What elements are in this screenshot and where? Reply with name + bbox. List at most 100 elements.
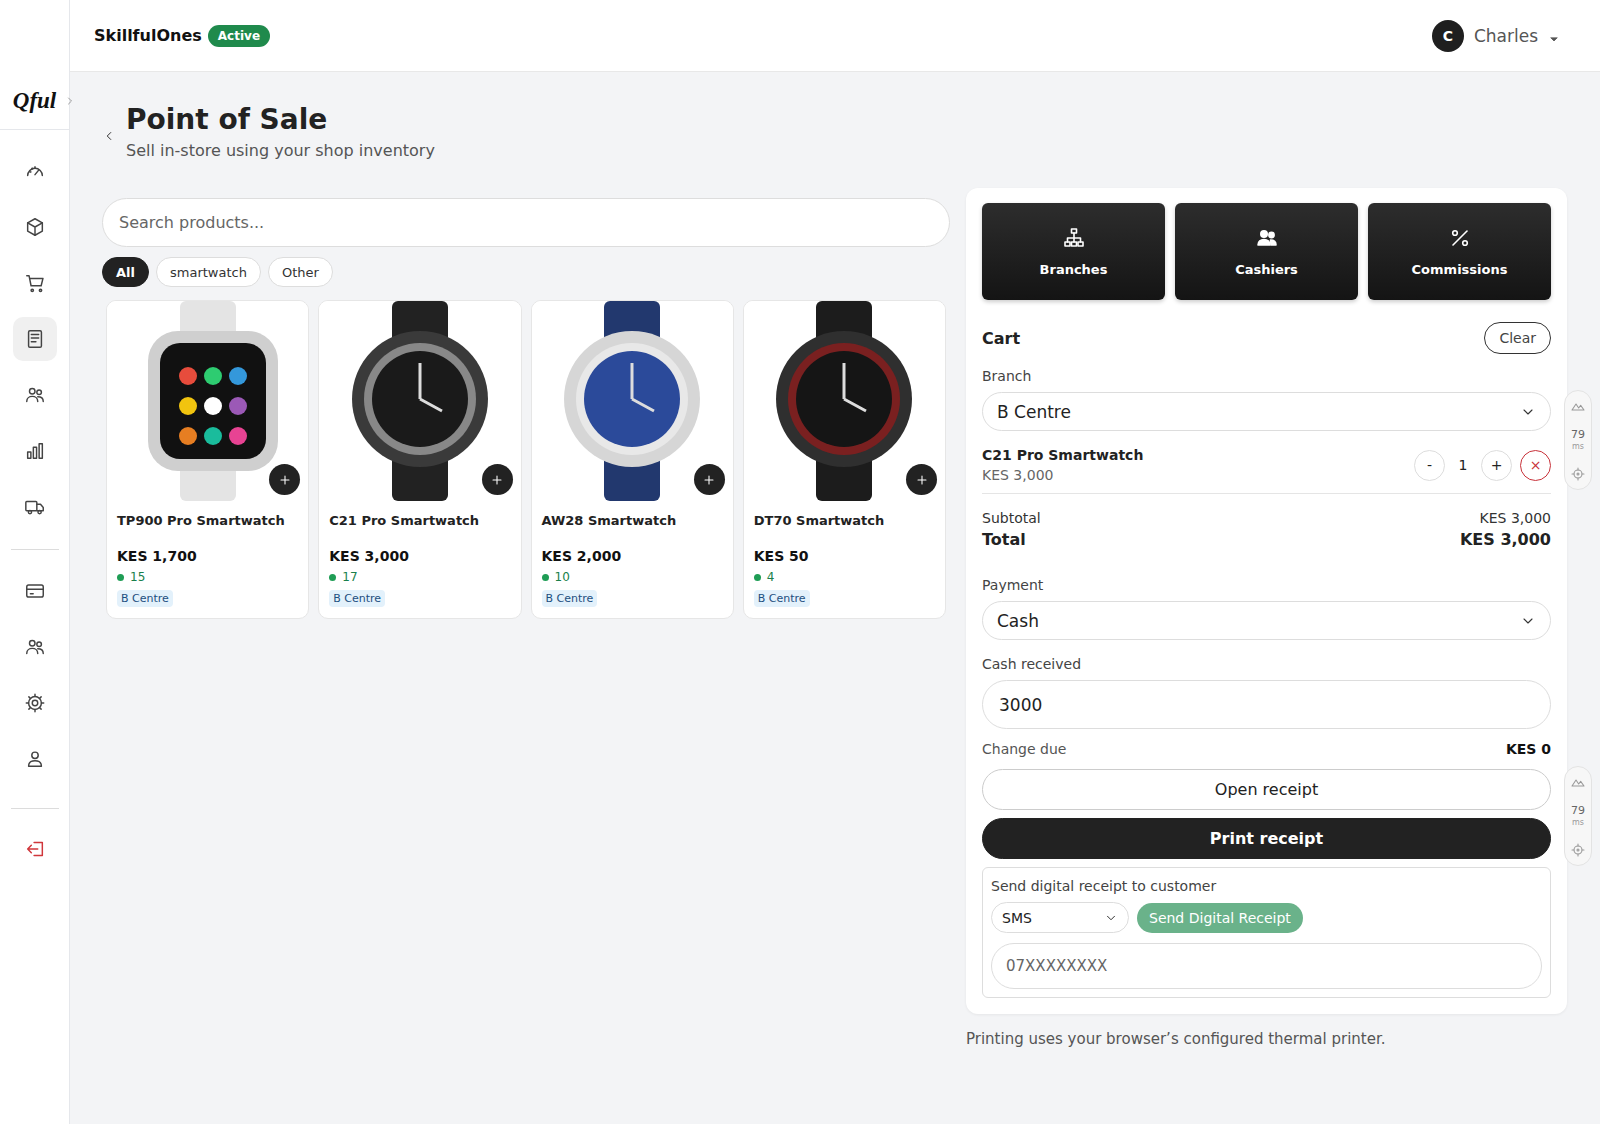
decrease-button[interactable]: - — [1414, 450, 1445, 481]
quantity: 1 — [1453, 457, 1473, 473]
sidebar-separator — [11, 808, 59, 809]
plus-icon — [277, 472, 293, 488]
sidebar-item[interactable] — [13, 205, 57, 249]
branch-value: B Centre — [997, 402, 1071, 422]
item-price: KES 3,000 — [982, 467, 1143, 483]
sidebar-item[interactable] — [13, 737, 57, 781]
cart-item: C21 Pro Smartwatch KES 3,000 -1 + × — [982, 447, 1551, 494]
branch-tag: B Centre — [754, 590, 810, 607]
page-title: Point of Sale — [126, 102, 435, 137]
back-chevron-icon[interactable] — [102, 128, 116, 142]
product-name: DT70 Smartwatch — [754, 513, 935, 528]
truck-icon — [24, 496, 46, 518]
product-card[interactable]: C21 Pro Smartwatch KES 3,000 17 B Centre — [318, 300, 521, 619]
product-name: TP900 Pro Smartwatch — [117, 513, 298, 528]
sidebar-item[interactable] — [13, 149, 57, 193]
person-icon — [24, 748, 46, 770]
latency-unit: ms — [1571, 818, 1585, 827]
payment-method: Cash — [997, 611, 1039, 631]
mountain-icon — [1570, 774, 1586, 790]
stock-dot — [542, 574, 549, 581]
add-to-cart-button[interactable] — [694, 464, 725, 495]
product-price: KES 3,000 — [329, 548, 510, 564]
dashboard-gauge-icon — [24, 160, 46, 182]
phone-input[interactable] — [991, 943, 1542, 989]
increase-button[interactable]: + — [1481, 450, 1512, 481]
expand-chevron-icon — [64, 92, 76, 104]
item-name: C21 Pro Smartwatch — [982, 447, 1143, 463]
sidebar-item[interactable] — [13, 827, 57, 871]
clear-button[interactable]: Clear — [1484, 322, 1551, 354]
channel-select[interactable]: SMS — [991, 902, 1129, 933]
stock-count: 17 — [342, 570, 357, 584]
user-avatar[interactable]: C — [1432, 20, 1464, 52]
tool-button[interactable]: Commissions — [1368, 203, 1551, 300]
product-name: AW28 Smartwatch — [542, 513, 723, 528]
payment-select[interactable]: Cash — [982, 601, 1551, 640]
product-price: KES 2,000 — [542, 548, 723, 564]
tool-button[interactable]: Cashiers — [1175, 203, 1358, 300]
add-to-cart-button[interactable] — [269, 464, 300, 495]
logout-icon — [24, 838, 46, 860]
cash-input[interactable] — [982, 680, 1551, 729]
caret-down-icon — [1548, 30, 1560, 42]
product-card[interactable]: AW28 SmartwatchKES 2,00010B Centre — [531, 300, 734, 619]
send-digital-receipt-button[interactable]: Send Digital Receipt — [1137, 903, 1303, 933]
top-bar: SkillfulOnesActiveCCharles — [70, 0, 1600, 72]
print-receipt-button[interactable]: Print receipt — [982, 818, 1551, 859]
plus-icon — [701, 472, 717, 488]
target-icon — [1570, 842, 1586, 858]
add-to-cart-button[interactable] — [482, 464, 513, 495]
bar-chart-icon — [24, 440, 46, 462]
sidebar-item[interactable] — [13, 485, 57, 529]
add-to-cart-button[interactable] — [906, 464, 937, 495]
product-card[interactable]: DT70 SmartwatchKES 504B Centre — [743, 300, 946, 619]
filter-chip[interactable]: Other — [268, 257, 333, 287]
cart-panel: BranchesCashiersCommissionsCartClearBran… — [966, 188, 1567, 1014]
open-receipt-button[interactable]: Open receipt — [982, 769, 1551, 810]
stock-count: 10 — [555, 570, 570, 584]
plus-icon — [914, 472, 930, 488]
sidebar-item[interactable] — [13, 681, 57, 725]
user-name[interactable]: Charles — [1474, 26, 1538, 46]
sidebar-item[interactable] — [13, 317, 57, 361]
target-icon — [1570, 466, 1586, 482]
subtotal-value: KES 3,000 — [1480, 510, 1551, 526]
cashiers-icon — [1255, 226, 1279, 250]
chevron-down-icon — [1520, 613, 1536, 629]
branch-tag: B Centre — [329, 590, 385, 607]
cart-icon — [24, 272, 46, 294]
remove-button[interactable]: × — [1520, 450, 1551, 481]
latency-value: 79 — [1571, 429, 1585, 441]
tool-label: Branches — [1040, 262, 1108, 277]
document-icon — [24, 328, 46, 350]
latency-widget[interactable]: 79ms — [1564, 390, 1592, 490]
filter-chip[interactable]: smartwatch — [156, 257, 261, 287]
product-card[interactable]: TP900 Pro SmartwatchKES 1,70015B Centre — [106, 300, 309, 619]
latency-unit: ms — [1571, 442, 1585, 451]
logo[interactable]: Qful — [0, 72, 69, 130]
sidebar-item[interactable] — [13, 429, 57, 473]
sidebar-item[interactable] — [13, 261, 57, 305]
page-subtitle: Sell in-store using your shop inventory — [126, 141, 435, 160]
tool-button[interactable]: Branches — [982, 203, 1165, 300]
status-badge: Active — [208, 25, 270, 47]
percent-icon — [1448, 226, 1472, 250]
sidebar-item[interactable] — [13, 625, 57, 669]
mountain-icon — [1570, 398, 1586, 414]
change-value: KES 0 — [1506, 741, 1551, 757]
filter-chip[interactable]: All — [102, 257, 149, 287]
user-menu[interactable]: C Charles — [1432, 20, 1560, 52]
product-name: C21 Pro Smartwatch — [329, 513, 510, 528]
digital-receipt-box: Send digital receipt to customerSMSSend … — [982, 867, 1551, 998]
search-input[interactable] — [102, 198, 950, 247]
latency-widget[interactable]: 79ms — [1564, 766, 1592, 866]
credit-card-icon — [24, 580, 46, 602]
gear-icon — [24, 692, 46, 714]
sidebar-item[interactable] — [13, 373, 57, 417]
branch-select[interactable]: B Centre — [982, 392, 1551, 431]
sidebar: Qful — [0, 0, 70, 1124]
sidebar-item[interactable] — [13, 569, 57, 613]
team-icon — [24, 636, 46, 658]
change-label: Change due — [982, 741, 1066, 757]
